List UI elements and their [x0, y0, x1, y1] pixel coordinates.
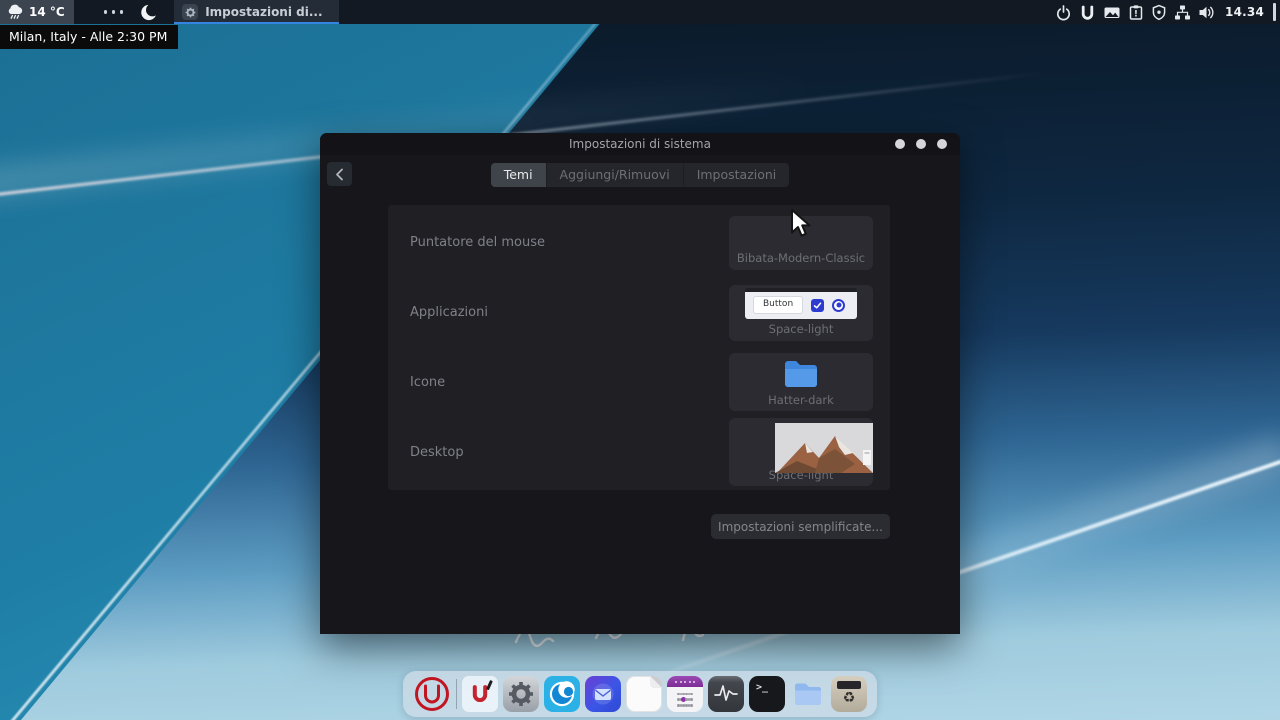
dock: >_ ♻	[403, 671, 877, 717]
network-icon[interactable]	[1174, 4, 1191, 21]
window-control-button[interactable]	[937, 139, 947, 149]
desktop-theme-tile[interactable]: Space-light	[729, 418, 873, 486]
taskbar-window-button[interactable]: Impostazioni di...	[174, 0, 338, 24]
settings-gear-icon[interactable]	[503, 676, 539, 712]
show-desktop-strip[interactable]	[1273, 3, 1276, 21]
mouse-cursor-arrow	[788, 208, 814, 240]
menu-dots-icon[interactable]	[104, 10, 124, 14]
back-button[interactable]	[327, 162, 352, 186]
blue-folder-icon	[781, 356, 821, 390]
clock[interactable]: 14.34	[1225, 5, 1264, 19]
window-control-button[interactable]	[895, 139, 905, 149]
gear-icon	[182, 4, 198, 20]
chevron-left-icon	[335, 168, 344, 181]
text-document-icon[interactable]	[626, 676, 662, 712]
power-icon[interactable]	[1055, 4, 1072, 21]
terminal-prompt-glyph: >_	[756, 682, 768, 693]
volume-icon[interactable]	[1198, 4, 1216, 21]
tab-impostazioni[interactable]: Impostazioni	[684, 163, 790, 187]
weather-tooltip: Milan, Italy - Alle 2:30 PM	[0, 25, 178, 49]
mail-icon[interactable]	[585, 676, 621, 712]
taskbar-window-label: Impostazioni di...	[205, 5, 322, 19]
tab-aggiungi-rimuovi[interactable]: Aggiungi/Rimuovi	[547, 163, 683, 187]
unity-launcher-icon[interactable]	[413, 675, 451, 713]
simplified-settings-button[interactable]: Impostazioni semplificate...	[711, 514, 890, 539]
shield-icon[interactable]	[1151, 4, 1167, 21]
dock-separator	[456, 679, 457, 709]
window-headerbar: Temi Aggiungi/Rimuovi Impostazioni	[320, 155, 960, 194]
window-controls	[895, 139, 947, 149]
calendar-header	[667, 676, 703, 687]
calendar-icon[interactable]	[667, 676, 703, 712]
tab-bar: Temi Aggiungi/Rimuovi Impostazioni	[491, 163, 790, 187]
desktop: 14 °C Impostazioni d	[0, 0, 1280, 720]
recycle-symbol-icon: ♻	[843, 691, 856, 705]
row-mouse-pointer: Puntatore del mouse Bibata-Modern-Classi…	[388, 208, 890, 278]
preview-checkbox	[811, 299, 824, 312]
weather-applet[interactable]: 14 °C	[0, 0, 74, 24]
browser-icon[interactable]	[544, 676, 580, 712]
window-titlebar[interactable]: Impostazioni di sistema	[320, 133, 960, 155]
preview-radio	[832, 299, 845, 312]
files-folder-icon[interactable]	[790, 676, 826, 712]
row-label: Desktop	[410, 445, 464, 460]
row-icons: Icone Hatter-dark	[388, 348, 890, 418]
cursor-theme-name: Bibata-Modern-Classic	[737, 253, 865, 270]
themes-panel: Puntatore del mouse Bibata-Modern-Classi…	[388, 205, 890, 490]
terminal-icon[interactable]: >_	[749, 676, 785, 712]
mountain-wallpaper-thumbnail	[775, 423, 873, 473]
u-writer-icon[interactable]	[462, 676, 498, 712]
night-light-moon-icon[interactable]	[140, 3, 159, 22]
row-applications: Applicazioni Button Space-light	[388, 278, 890, 348]
system-monitor-icon[interactable]	[708, 676, 744, 712]
top-panel: 14 °C Impostazioni d	[0, 0, 1280, 24]
row-label: Puntatore del mouse	[410, 235, 545, 250]
trash-icon[interactable]: ♻	[831, 676, 867, 712]
calendar-grid	[672, 687, 698, 712]
window-title: Impostazioni di sistema	[569, 137, 711, 151]
gtk-widget-preview: Button	[745, 288, 857, 319]
gtk-theme-tile[interactable]: Button Space-light	[729, 285, 873, 341]
trash-lid	[837, 681, 861, 689]
icon-theme-name: Hatter-dark	[768, 395, 834, 412]
row-label: Icone	[410, 375, 445, 390]
package-alert-icon[interactable]: !	[1128, 4, 1144, 21]
weather-temperature: 14 °C	[29, 5, 65, 19]
settings-window: Impostazioni di sistema Temi Aggiungi/Ri…	[320, 133, 960, 634]
rain-cloud-icon	[6, 3, 24, 21]
gtk-theme-name: Space-light	[769, 324, 834, 341]
screenshot-icon[interactable]	[1103, 4, 1121, 21]
window-control-button[interactable]	[916, 139, 926, 149]
row-desktop: Desktop Space	[388, 417, 890, 487]
preview-button: Button	[753, 296, 803, 314]
unity-u-icon[interactable]	[1079, 4, 1096, 21]
system-tray: ! 14.34	[1055, 3, 1280, 21]
icon-theme-tile[interactable]: Hatter-dark	[729, 353, 873, 411]
tab-temi[interactable]: Temi	[491, 163, 546, 187]
row-label: Applicazioni	[410, 305, 488, 320]
svg-text:!: !	[1134, 9, 1138, 19]
